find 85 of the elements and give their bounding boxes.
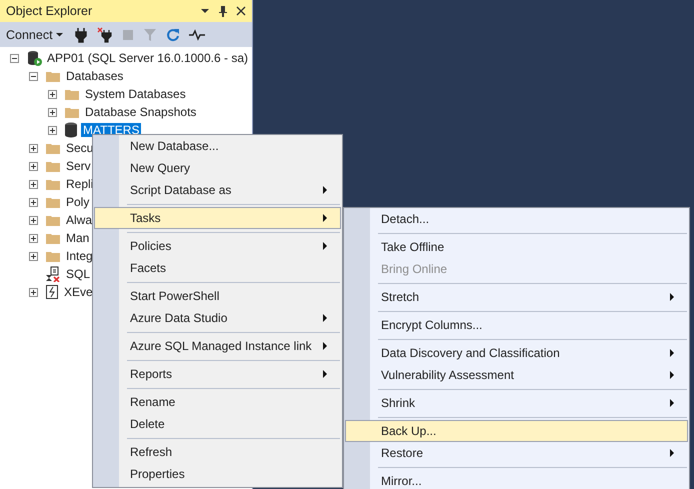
submenu-arrow-icon [323,214,328,222]
event-icon [45,284,59,300]
folder-icon [64,105,80,119]
tree-item[interactable]: Man [64,231,92,245]
expander-icon[interactable] [29,144,38,152]
expander-icon[interactable] [29,72,38,80]
menu-item[interactable]: Take Offline [345,236,688,258]
tree-item[interactable]: Alwa [64,213,94,227]
expander-icon[interactable] [48,108,57,116]
disconnect-icon[interactable] [96,26,113,42]
menu-item[interactable]: Data Discovery and Classification [345,342,688,364]
folder-icon [64,87,80,101]
refresh-icon[interactable] [166,28,180,42]
menu-item[interactable]: New Database... [94,135,341,157]
menu-item[interactable]: Facets [94,257,341,279]
tree-item[interactable]: Databases [64,69,126,83]
menu-item[interactable]: Restore [345,442,688,464]
server-icon [26,50,42,66]
caret-icon [56,32,63,37]
menu-item[interactable]: Stretch [345,286,688,308]
expander-icon[interactable] [29,198,38,206]
pin-icon[interactable] [218,5,228,17]
menu-item[interactable]: New Query [94,157,341,179]
menu-item[interactable]: Back Up... [345,420,688,442]
submenu-arrow-icon [323,242,328,250]
tree-item[interactable]: APP01 (SQL Server 16.0.1000.6 - sa) [45,51,250,65]
submenu-arrow-icon [670,349,675,357]
menu-item[interactable]: Mirror... [345,470,688,489]
tree-item[interactable]: Integ [64,249,95,263]
dropdown-icon[interactable] [200,6,210,16]
submenu-arrow-icon [323,314,328,322]
submenu-arrow-icon [323,342,328,350]
folder-icon [45,177,61,191]
expander-icon[interactable] [48,126,57,134]
panel-title: Object Explorer [6,4,94,18]
menu-item[interactable]: Shrink [345,392,688,414]
database-icon [64,122,78,138]
close-icon[interactable] [236,6,246,16]
expander-icon[interactable] [48,90,57,98]
menu-item[interactable]: Properties [94,463,341,485]
tree-item[interactable]: Database Snapshots [83,105,198,119]
expander-icon[interactable] [10,54,19,62]
expander-icon[interactable] [29,234,38,242]
menu-item[interactable]: Script Database as [94,179,341,201]
folder-icon [45,231,61,245]
tree-item[interactable]: Secu [64,141,96,155]
tree-item[interactable]: XEve [62,285,95,299]
folder-icon [45,69,61,83]
submenu-arrow-icon [323,370,328,378]
folder-icon [45,159,61,173]
folder-icon [45,213,61,227]
connect-button[interactable]: Connect [4,28,65,42]
menu-item[interactable]: Encrypt Columns... [345,314,688,336]
menu-item[interactable]: Delete [94,413,341,435]
menu-item[interactable]: Rename [94,391,341,413]
folder-icon [45,141,61,155]
menu-item[interactable]: Reports [94,363,341,385]
menu-item[interactable]: Start PowerShell [94,285,341,307]
expander-icon[interactable] [29,180,38,188]
tree-item[interactable]: System Databases [83,87,188,101]
submenu-arrow-icon [670,293,675,301]
menu-item[interactable]: Detach... [345,208,688,230]
menu-item[interactable]: Vulnerability Assessment [345,364,688,386]
submenu-arrow-icon [323,186,328,194]
tree-item[interactable]: Poly [64,195,92,209]
tree-item[interactable]: Serv [64,159,93,173]
tree-item[interactable]: Repli [64,177,96,191]
expander-icon[interactable] [29,288,38,296]
expander-icon[interactable] [29,162,38,170]
submenu-arrow-icon [670,449,675,457]
expander-icon[interactable] [29,216,38,224]
plug-icon[interactable] [74,26,88,42]
folder-icon [45,249,61,263]
activity-icon[interactable] [188,28,205,40]
menu-item[interactable]: Policies [94,235,341,257]
menu-item[interactable]: Refresh [94,441,341,463]
submenu-arrow-icon [670,399,675,407]
menu-item[interactable]: Tasks [94,207,341,229]
tree-item[interactable]: SQL [64,267,92,281]
agent-icon [45,266,61,282]
menu-item[interactable]: Azure Data Studio [94,307,341,329]
menu-item[interactable]: Azure SQL Managed Instance link [94,335,341,357]
submenu-arrow-icon [670,371,675,379]
expander-icon[interactable] [29,252,38,260]
folder-icon [45,195,61,209]
